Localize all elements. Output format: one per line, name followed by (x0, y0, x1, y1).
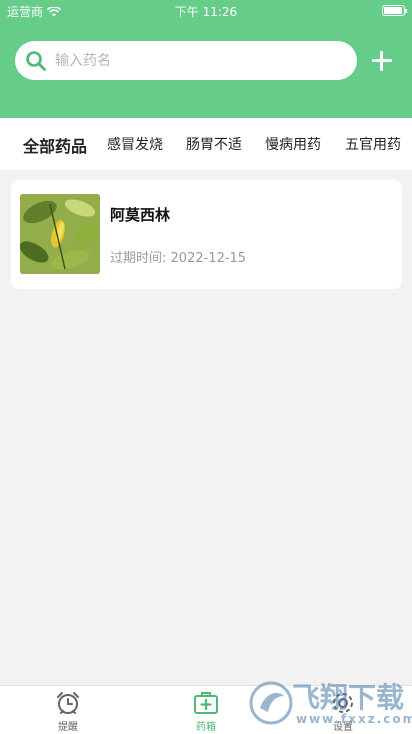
medicine-card[interactable]: 阿莫西林 过期时间: 2022-12-15 (11, 180, 402, 289)
tabbar-item-reminder[interactable]: 提醒 (38, 690, 98, 733)
add-medicine-button[interactable] (368, 47, 396, 75)
tab-chronic[interactable]: 慢病用药 (265, 134, 321, 154)
tab-all-medicines[interactable]: 全部药品 (23, 133, 87, 157)
status-time: 下午 11:26 (174, 5, 238, 19)
settings-icon (333, 693, 353, 713)
medicine-thumbnail (20, 194, 100, 274)
tab-stomach[interactable]: 肠胃不适 (186, 134, 242, 154)
battery-icon (382, 5, 407, 16)
category-tabs: 全部药品 感冒发烧 肠胃不适 慢病用药 五官用药 (0, 118, 412, 170)
tabbar-item-medicine-box[interactable]: 药箱 (176, 690, 236, 733)
search-input[interactable] (55, 41, 345, 80)
search-bar[interactable] (15, 41, 357, 80)
bottom-tab-bar: 提醒 药箱 设置 (0, 685, 412, 734)
expiry-label: 过期时间: (110, 251, 167, 266)
medicine-box-icon (194, 692, 218, 714)
search-icon (26, 51, 46, 71)
expiry-date: 2022-12-15 (170, 251, 247, 266)
tab-ent[interactable]: 五官用药 (345, 134, 401, 154)
tabbar-label-medicine-box: 药箱 (196, 722, 216, 733)
tabbar-label-reminder: 提醒 (58, 722, 78, 733)
medicine-expiry: 过期时间: 2022-12-15 (110, 247, 246, 266)
tabbar-label-settings: 设置 (333, 722, 353, 733)
tab-cold-fever[interactable]: 感冒发烧 (107, 134, 163, 154)
status-bar: 运营商 下午 11:26 (0, 0, 412, 22)
tabbar-item-settings[interactable]: 设置 (313, 690, 373, 733)
medicine-name: 阿莫西林 (110, 206, 171, 224)
header: 运营商 下午 11:26 (0, 0, 412, 118)
alarm-clock-icon (57, 692, 79, 714)
